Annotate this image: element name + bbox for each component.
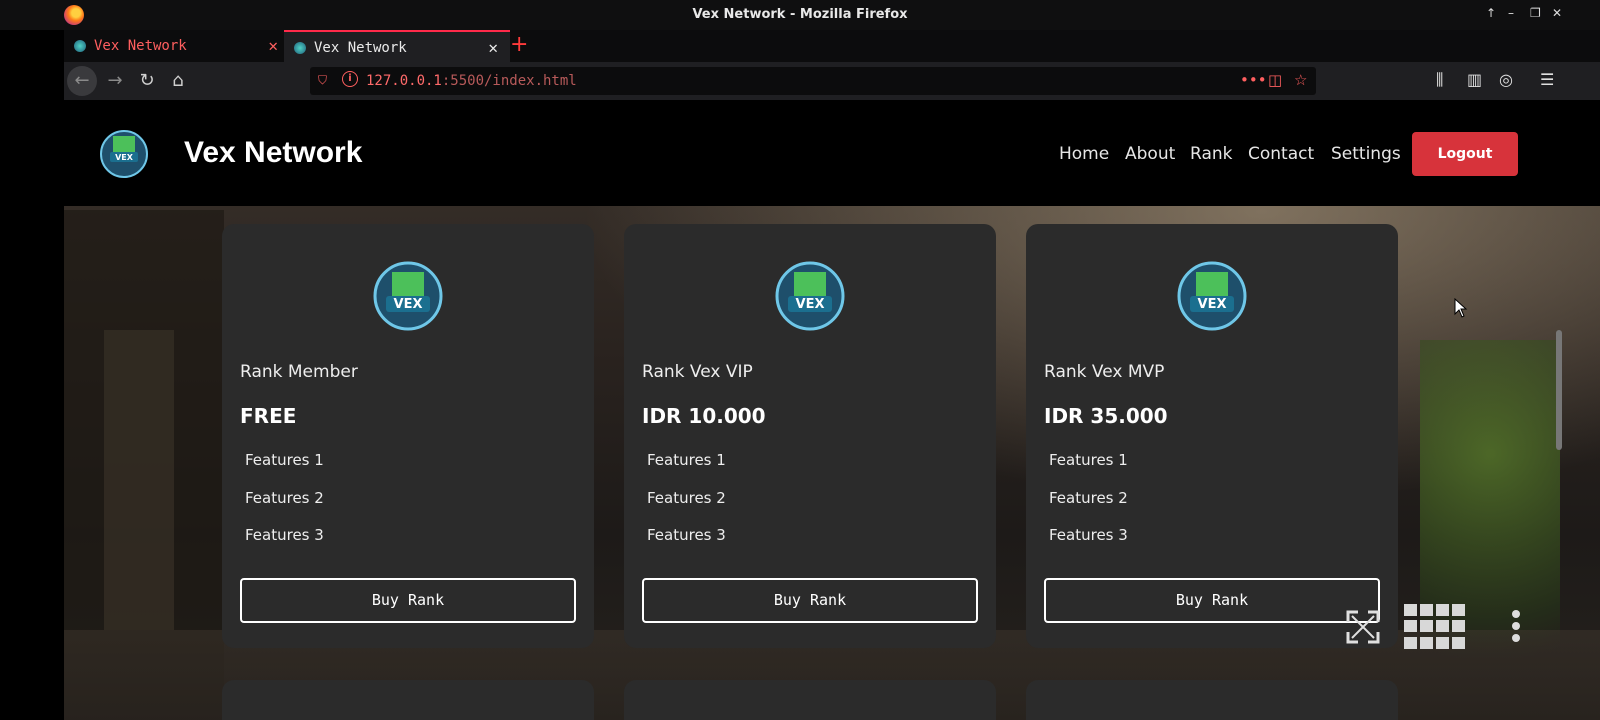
card-feature: Features 1 — [647, 451, 726, 469]
url-text[interactable]: 127.0.0.1:5500/index.html — [366, 73, 577, 89]
svg-text:VEX: VEX — [796, 297, 825, 312]
page-content: VEX Vex Network Home About Rank Contact … — [64, 100, 1600, 720]
pocket-icon[interactable]: ◫ — [1268, 71, 1282, 89]
tab-vex-network-1[interactable]: Vex Network ✕ — [64, 30, 290, 62]
window-up-icon[interactable]: ↑ — [1486, 6, 1496, 20]
rank-card-partial — [1026, 680, 1398, 720]
svg-text:VEX: VEX — [394, 297, 423, 312]
buy-rank-button[interactable]: Buy Rank — [642, 578, 978, 623]
bookmark-star-icon[interactable]: ☆ — [1294, 71, 1307, 89]
page-scrollbar[interactable] — [1556, 330, 1562, 450]
new-tab-plus-icon[interactable]: + — [510, 32, 528, 57]
vex-logo-icon: VEX — [1177, 261, 1247, 331]
card-feature: Features 1 — [245, 451, 324, 469]
nav-home[interactable]: Home — [1059, 144, 1109, 164]
back-arrow-icon[interactable]: ← — [67, 66, 97, 96]
card-feature: Features 2 — [647, 489, 726, 507]
svg-text:VEX: VEX — [1198, 297, 1227, 312]
card-feature: Features 3 — [245, 526, 324, 544]
window-maximize-icon[interactable]: ❐ — [1530, 6, 1541, 20]
window-titlebar: Vex Network - Mozilla Firefox ↑ – ❐ ✕ — [0, 0, 1600, 30]
forward-arrow-icon[interactable]: → — [100, 66, 130, 96]
card-price: IDR 10.000 — [642, 404, 766, 428]
card-title: Rank Member — [240, 362, 358, 382]
rank-card-mvp: VEX Rank Vex MVP IDR 35.000 Features 1 F… — [1026, 224, 1398, 648]
home-icon[interactable]: ⌂ — [163, 66, 193, 96]
vex-logo-icon: VEX — [775, 261, 845, 331]
reload-icon[interactable]: ↻ — [132, 66, 162, 96]
rank-card-partial — [222, 680, 594, 720]
tab-vex-network-2[interactable]: Vex Network ✕ — [284, 30, 510, 62]
tab-label: Vex Network — [314, 40, 407, 56]
card-feature: Features 1 — [1049, 451, 1128, 469]
info-icon[interactable]: i — [342, 71, 358, 87]
buy-rank-button[interactable]: Buy Rank — [1044, 578, 1380, 623]
card-feature: Features 2 — [1049, 489, 1128, 507]
window-title: Vex Network - Mozilla Firefox — [692, 7, 908, 22]
site-header: VEX Vex Network Home About Rank Contact … — [64, 100, 1600, 206]
globe-favicon-icon — [294, 42, 306, 54]
more-dots-icon[interactable] — [1510, 610, 1522, 646]
card-title: Rank Vex VIP — [642, 362, 753, 382]
window-close-icon[interactable]: ✕ — [1552, 6, 1562, 20]
tab-strip: Vex Network ✕ Vex Network ✕ + — [64, 30, 1600, 62]
card-title: Rank Vex MVP — [1044, 362, 1165, 382]
browser-navbar: ← → ↻ ⌂ ⛉ i 127.0.0.1:5500/index.html ••… — [64, 62, 1600, 100]
rank-card-member: VEX Rank Member FREE Features 1 Features… — [222, 224, 594, 648]
background-block — [104, 330, 174, 630]
card-feature: Features 3 — [647, 526, 726, 544]
card-price: IDR 35.000 — [1044, 404, 1168, 428]
expand-icon[interactable] — [1344, 608, 1382, 646]
tab-close-icon[interactable]: ✕ — [488, 38, 498, 57]
hamburger-menu-icon[interactable]: ☰ — [1540, 70, 1554, 89]
rank-card-vip: VEX Rank Vex VIP IDR 10.000 Features 1 F… — [624, 224, 996, 648]
card-feature: Features 3 — [1049, 526, 1128, 544]
page-actions-icon[interactable]: ••• — [1240, 71, 1267, 89]
tab-close-icon[interactable]: ✕ — [268, 36, 278, 55]
grid-icon[interactable] — [1404, 604, 1466, 650]
mouse-cursor-icon — [1454, 298, 1468, 318]
address-bar[interactable]: ⛉ i 127.0.0.1:5500/index.html ••• ◫ ☆ — [310, 67, 1316, 95]
nav-settings[interactable]: Settings — [1331, 144, 1401, 164]
rank-card-partial — [624, 680, 996, 720]
card-feature: Features 2 — [245, 489, 324, 507]
svg-text:VEX: VEX — [115, 153, 134, 162]
window-minimize-icon[interactable]: – — [1508, 6, 1514, 20]
sidebar-icon[interactable]: ▥ — [1467, 70, 1482, 89]
shield-icon[interactable]: ⛉ — [318, 73, 327, 88]
nav-rank[interactable]: Rank — [1190, 144, 1232, 164]
tab-label: Vex Network — [94, 38, 187, 54]
nav-about[interactable]: About — [1125, 144, 1175, 164]
nav-contact[interactable]: Contact — [1248, 144, 1314, 164]
buy-rank-button[interactable]: Buy Rank — [240, 578, 576, 623]
brand-title[interactable]: Vex Network — [184, 136, 362, 170]
vex-logo-icon[interactable]: VEX — [100, 124, 148, 184]
account-icon[interactable]: ◎ — [1499, 70, 1513, 89]
vex-logo-icon: VEX — [373, 261, 443, 331]
globe-favicon-icon — [74, 40, 86, 52]
library-icon[interactable]: ⫼ — [1436, 70, 1443, 90]
card-price: FREE — [240, 404, 297, 428]
logout-button[interactable]: Logout — [1412, 132, 1518, 176]
